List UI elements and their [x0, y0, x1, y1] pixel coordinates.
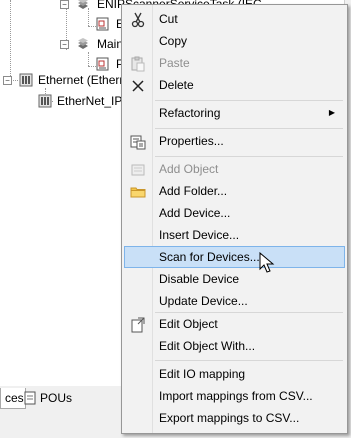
ethernet-device-icon	[19, 73, 33, 87]
program-icon	[96, 17, 110, 31]
menu-item-delete[interactable]: Delete	[124, 74, 345, 96]
folder-icon	[130, 184, 146, 200]
properties-icon	[130, 134, 146, 150]
menu-item-label: Add Object	[159, 162, 219, 176]
task-icon	[76, 37, 90, 51]
menu-item-add-object[interactable]: Add Object	[124, 158, 345, 180]
menu-item-insert-device[interactable]: Insert Device...	[124, 224, 345, 246]
menu-item-disable-device[interactable]: Disable Device	[124, 268, 345, 290]
mouse-cursor-icon	[259, 251, 275, 274]
menu-item-label: Add Device...	[159, 206, 231, 220]
tree-guide-line	[10, 0, 11, 80]
menu-item-label: Edit Object	[159, 317, 218, 331]
menu-item-export-mappings[interactable]: Export mappings to CSV...	[124, 407, 345, 429]
pous-icon	[24, 391, 36, 411]
collapse-toggle[interactable]: −	[60, 0, 69, 9]
menu-separator	[155, 128, 343, 129]
menu-item-label: Scan for Devices...	[159, 250, 260, 264]
task-icon	[76, 0, 90, 11]
menu-item-add-device[interactable]: Add Device...	[124, 202, 345, 224]
tree-guide-line	[88, 26, 96, 27]
menu-item-label: Add Folder...	[159, 184, 228, 198]
ethernetip-device-icon	[38, 94, 52, 108]
menu-item-label: Export mappings to CSV...	[159, 411, 300, 425]
tree-guide-line	[88, 52, 89, 66]
menu-item-label: Edit IO mapping	[159, 367, 246, 381]
paste-icon	[130, 56, 146, 72]
add-object-icon	[130, 162, 146, 178]
menu-item-import-mappings[interactable]: Import mappings from CSV...	[124, 385, 345, 407]
menu-item-label: Edit Object With...	[159, 339, 256, 353]
menu-item-label: Refactoring	[159, 106, 221, 120]
menu-item-label: Paste	[159, 56, 190, 70]
menu-item-paste[interactable]: Paste	[124, 52, 345, 74]
menu-item-label: Properties...	[159, 134, 224, 148]
menu-item-edit-io-mapping[interactable]: Edit IO mapping	[124, 363, 345, 385]
context-menu: Cut Copy Paste Delete Refactoring ▶ Prop…	[121, 4, 348, 434]
menu-item-label: Disable Device	[159, 272, 240, 286]
tree-item-label: Ethernet (Etherne	[38, 73, 133, 87]
menu-item-properties[interactable]: Properties...	[124, 130, 345, 152]
menu-item-label: Import mappings from CSV...	[159, 389, 313, 403]
menu-item-label: Delete	[159, 78, 194, 92]
menu-separator	[155, 156, 343, 157]
menu-item-label: Cut	[159, 12, 178, 26]
scissors-icon	[130, 12, 146, 28]
menu-item-label: Copy	[159, 34, 188, 48]
menu-item-label: Insert Device...	[159, 228, 240, 242]
menu-item-scan-for-devices[interactable]: Scan for Devices...	[124, 246, 345, 268]
menu-item-edit-object[interactable]: Edit Object	[124, 313, 345, 335]
tab-pous[interactable]: POUs	[22, 388, 80, 408]
collapse-toggle[interactable]: −	[60, 40, 69, 49]
submenu-arrow-icon: ▶	[328, 108, 335, 117]
tree-item-label: EtherNet_IP_	[57, 94, 130, 108]
menu-item-label: Update Device...	[159, 294, 248, 308]
tab-label: POUs	[40, 391, 73, 405]
menu-item-edit-object-with[interactable]: Edit Object With...	[124, 335, 345, 357]
program-icon	[96, 57, 110, 71]
menu-item-add-folder[interactable]: Add Folder...	[124, 180, 345, 202]
tree-guide-line	[88, 66, 96, 67]
menu-separator	[155, 360, 343, 361]
menu-item-cut[interactable]: Cut	[124, 8, 345, 30]
tab-label: ces	[5, 391, 24, 405]
edit-object-icon	[130, 317, 146, 333]
menu-item-update-device[interactable]: Update Device...	[124, 290, 345, 312]
delete-x-icon	[130, 78, 146, 94]
menu-separator	[155, 100, 343, 101]
collapse-toggle[interactable]: −	[3, 76, 12, 85]
menu-item-refactoring[interactable]: Refactoring ▶	[124, 102, 345, 124]
menu-item-copy[interactable]: Copy	[124, 30, 345, 52]
